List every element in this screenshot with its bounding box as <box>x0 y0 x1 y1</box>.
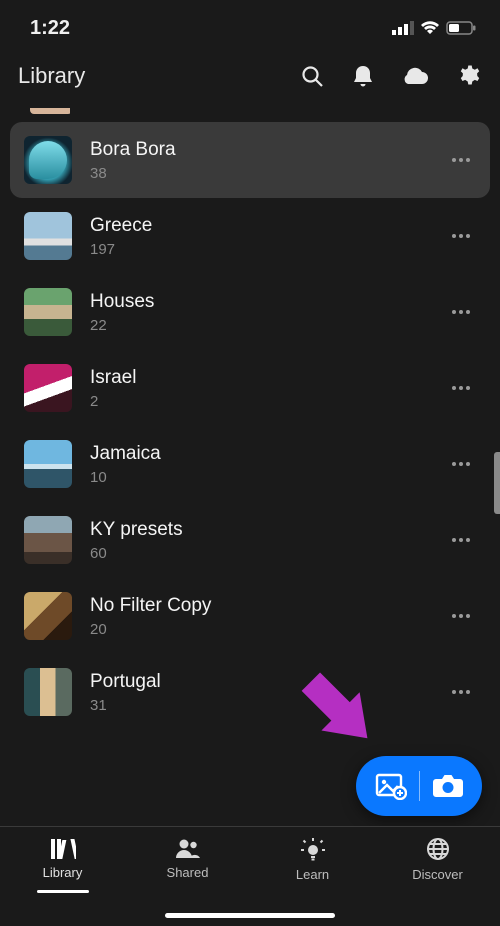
album-thumbnail <box>24 668 72 716</box>
library-icon <box>50 837 76 859</box>
globe-icon <box>426 837 450 861</box>
album-thumbnail <box>24 212 72 260</box>
bottom-nav: Library Shared Learn Discover <box>0 826 500 926</box>
album-title: KY presets <box>90 519 428 541</box>
album-row-bora-bora[interactable]: Bora Bora 38 <box>10 122 490 198</box>
album-text: Bora Bora 38 <box>90 139 428 182</box>
wifi-icon <box>420 21 440 35</box>
album-row-no-filter-copy[interactable]: No Filter Copy 20 <box>10 578 490 654</box>
album-count: 22 <box>90 317 428 334</box>
album-title: Jamaica <box>90 443 428 465</box>
status-time: 1:22 <box>30 17 70 40</box>
more-icon <box>452 386 470 390</box>
album-thumbnail <box>24 440 72 488</box>
status-bar: 1:22 <box>0 0 500 50</box>
nav-label: Learn <box>296 867 329 882</box>
home-indicator <box>165 913 335 918</box>
album-row-portugal[interactable]: Portugal 31 <box>10 654 490 730</box>
partial-prev-row <box>30 108 72 114</box>
album-thumbnail <box>24 516 72 564</box>
album-more-button[interactable] <box>446 152 476 168</box>
album-title: Greece <box>90 215 428 237</box>
album-title: No Filter Copy <box>90 595 428 617</box>
album-thumbnail <box>24 288 72 336</box>
album-more-button[interactable] <box>446 380 476 396</box>
album-count: 31 <box>90 697 428 714</box>
nav-underline <box>37 890 89 893</box>
album-row-jamaica[interactable]: Jamaica 10 <box>10 426 490 502</box>
album-text: Greece 197 <box>90 215 428 258</box>
bell-icon <box>352 64 374 88</box>
lightbulb-icon <box>300 837 326 861</box>
album-text: Israel 2 <box>90 367 428 410</box>
album-row-ky-presets[interactable]: KY presets 60 <box>10 502 490 578</box>
fab-divider <box>419 771 420 801</box>
album-text: No Filter Copy 20 <box>90 595 428 638</box>
album-more-button[interactable] <box>446 456 476 472</box>
more-icon <box>452 462 470 466</box>
album-count: 10 <box>90 469 428 486</box>
album-more-button[interactable] <box>446 304 476 320</box>
open-camera-button[interactable] <box>432 773 464 799</box>
header-actions <box>300 64 482 88</box>
more-icon <box>452 310 470 314</box>
search-icon <box>300 64 324 88</box>
album-thumbnail <box>24 364 72 412</box>
cloud-icon <box>402 66 430 86</box>
scroll-indicator[interactable] <box>494 452 500 514</box>
album-list[interactable]: Bora Bora 38 Greece 197 Houses 22 Israel… <box>0 108 500 730</box>
gear-icon <box>458 64 482 88</box>
more-icon <box>452 690 470 694</box>
nav-label: Library <box>43 865 83 880</box>
cellular-icon <box>392 21 414 35</box>
nav-library[interactable]: Library <box>0 837 125 926</box>
more-icon <box>452 614 470 618</box>
nav-label: Shared <box>167 865 209 880</box>
camera-icon <box>432 773 464 799</box>
page-title: Library <box>18 63 300 89</box>
more-icon <box>452 538 470 542</box>
add-fab <box>356 756 482 816</box>
album-more-button[interactable] <box>446 532 476 548</box>
album-more-button[interactable] <box>446 608 476 624</box>
album-title: Houses <box>90 291 428 313</box>
status-icons <box>392 21 476 35</box>
settings-button[interactable] <box>458 64 482 88</box>
album-text: KY presets 60 <box>90 519 428 562</box>
album-count: 20 <box>90 621 428 638</box>
album-count: 38 <box>90 165 428 182</box>
album-row-houses[interactable]: Houses 22 <box>10 274 490 350</box>
album-count: 60 <box>90 545 428 562</box>
image-plus-icon <box>375 772 407 800</box>
album-text: Portugal 31 <box>90 671 428 714</box>
search-button[interactable] <box>300 64 324 88</box>
album-title: Israel <box>90 367 428 389</box>
album-more-button[interactable] <box>446 228 476 244</box>
album-count: 2 <box>90 393 428 410</box>
album-thumbnail <box>24 136 72 184</box>
nav-label: Discover <box>412 867 463 882</box>
album-text: Jamaica 10 <box>90 443 428 486</box>
more-icon <box>452 234 470 238</box>
album-thumbnail <box>24 592 72 640</box>
app-header: Library <box>0 50 500 108</box>
more-icon <box>452 158 470 162</box>
album-title: Bora Bora <box>90 139 428 161</box>
battery-icon <box>446 21 476 35</box>
album-text: Houses 22 <box>90 291 428 334</box>
import-photos-button[interactable] <box>375 772 407 800</box>
notifications-button[interactable] <box>352 64 374 88</box>
cloud-button[interactable] <box>402 66 430 86</box>
people-icon <box>175 837 201 859</box>
nav-discover[interactable]: Discover <box>375 837 500 926</box>
album-more-button[interactable] <box>446 684 476 700</box>
album-row-israel[interactable]: Israel 2 <box>10 350 490 426</box>
album-count: 197 <box>90 241 428 258</box>
album-row-greece[interactable]: Greece 197 <box>10 198 490 274</box>
album-title: Portugal <box>90 671 428 693</box>
